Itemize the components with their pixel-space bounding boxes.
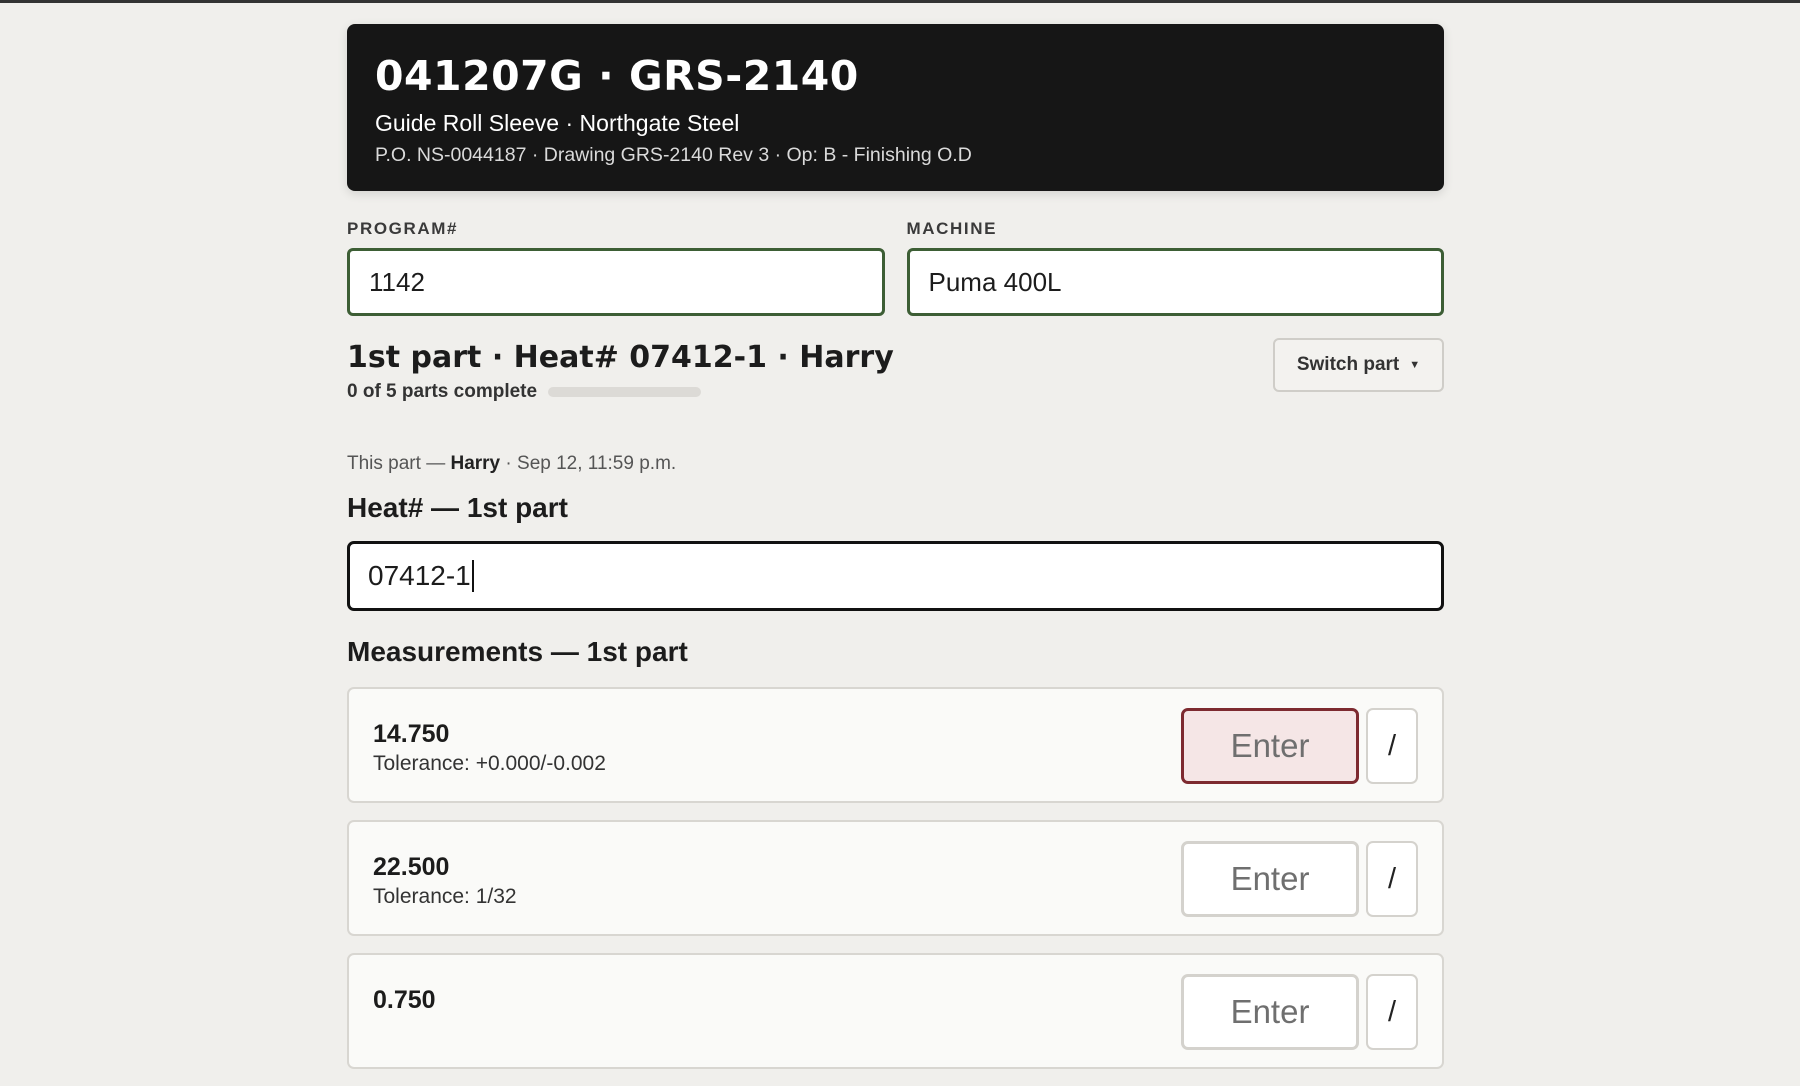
job-header: 041207G · GRS-2140 Guide Roll Sleeve · N… [347, 24, 1444, 191]
machine-field-group: MACHINE Puma 400L [906, 219, 1444, 316]
machine-input[interactable]: Puma 400L [906, 248, 1444, 316]
measurement-card: 22.500 Tolerance: 1/32 Enter / [347, 820, 1444, 936]
program-field-group: PROGRAM# 1142 [347, 219, 885, 316]
this-part-info: This part — Harry · Sep 12, 11:59 p.m. [347, 452, 1444, 476]
measurement-fraction-button[interactable]: / [1366, 841, 1418, 917]
this-part-prefix: This part — [347, 453, 446, 474]
measurement-enter-button[interactable]: Enter [1181, 708, 1359, 784]
job-subtitle: Guide Roll Sleeve · Northgate Steel [375, 110, 740, 136]
job-meta: P.O. NS-0044187 · Drawing GRS-2140 Rev 3… [375, 144, 972, 166]
heat-input[interactable]: 07412-1 [347, 541, 1444, 611]
progress-bar [548, 387, 702, 397]
heat-input-value: 07412-1 [368, 560, 471, 591]
measurements-heading: Measurements — 1st part [347, 636, 688, 667]
this-part-operator: Harry [450, 453, 501, 474]
measurement-card: 0.750 Enter / [347, 953, 1444, 1069]
text-cursor [471, 560, 474, 592]
measurement-enter-button[interactable]: Enter [1181, 974, 1359, 1050]
measurement-fraction-button[interactable]: / [1366, 708, 1418, 784]
switch-part-button[interactable]: Switch part ▼ [1273, 338, 1444, 392]
progress-text: 0 of 5 parts complete [347, 381, 538, 402]
top-border [0, 0, 1800, 3]
measurements-list: 14.750 Tolerance: +0.000/-0.002 Enter / … [347, 687, 1444, 1069]
job-fields: PROGRAM# 1142 MACHINE Puma 400L [347, 219, 1444, 316]
program-input[interactable]: 1142 [347, 248, 885, 316]
program-label: PROGRAM# [347, 219, 459, 238]
caret-down-icon: ▼ [1409, 359, 1421, 371]
job-title: 041207G · GRS-2140 [375, 52, 859, 100]
page-container: 041207G · GRS-2140 Guide Roll Sleeve · N… [347, 24, 1444, 1086]
this-part-timestamp: · Sep 12, 11:59 p.m. [505, 453, 677, 474]
switch-part-label: Switch part [1296, 354, 1400, 375]
measurement-enter-button[interactable]: Enter [1181, 841, 1359, 917]
part-summary: 1st part · Heat# 07412-1 · Harry 0 of 5 … [347, 338, 1444, 438]
measurement-fraction-button[interactable]: / [1366, 974, 1418, 1050]
heat-heading: Heat# — 1st part [347, 492, 568, 523]
measurement-card: 14.750 Tolerance: +0.000/-0.002 Enter / [347, 687, 1444, 803]
machine-label: MACHINE [906, 219, 998, 238]
